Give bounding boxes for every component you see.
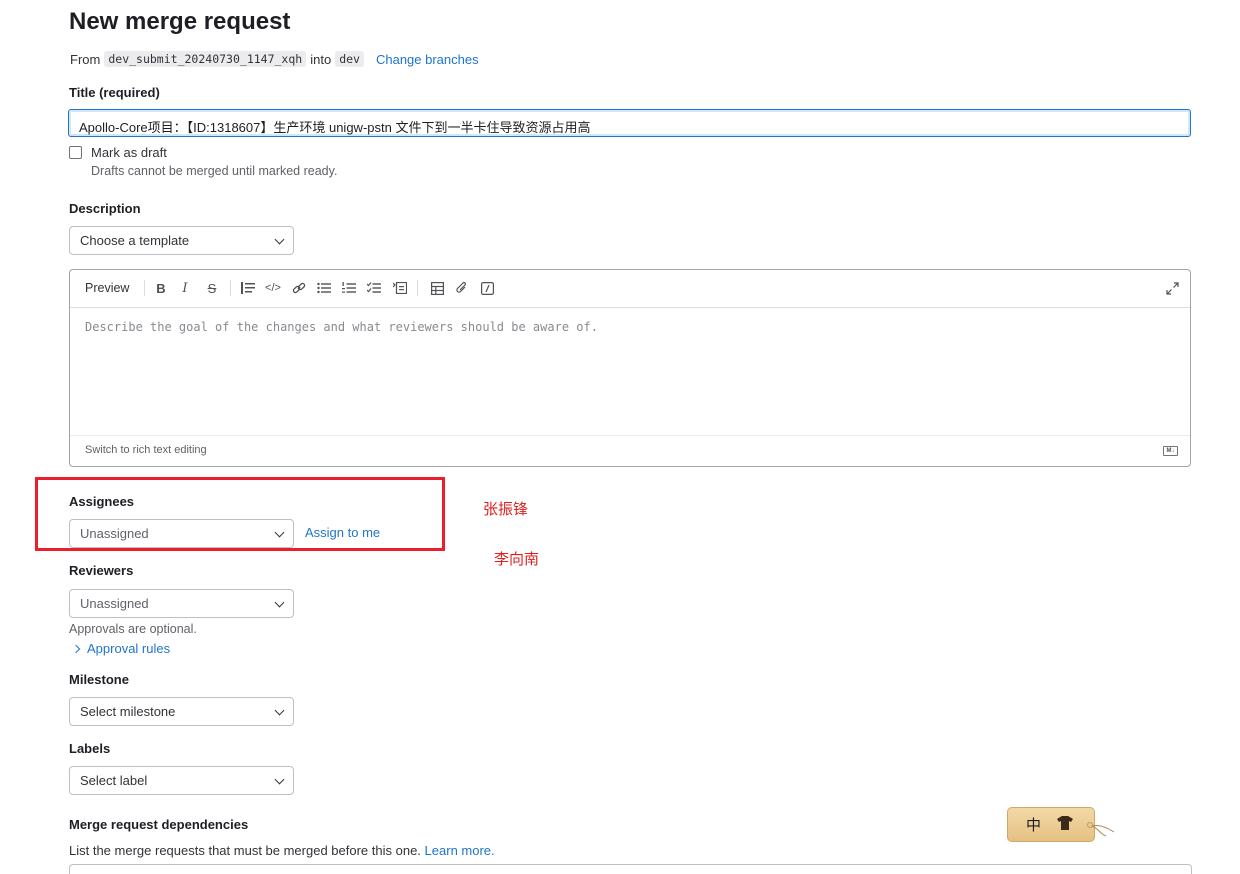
draft-help-text: Drafts cannot be merged until marked rea…: [91, 164, 338, 178]
labels-label: Labels: [69, 741, 111, 756]
tag-string-icon: [1086, 821, 1115, 837]
chevron-down-icon: [274, 527, 285, 538]
quick-actions-icon[interactable]: [479, 280, 495, 296]
toolbar-divider: [144, 280, 145, 296]
preview-tab[interactable]: Preview: [85, 281, 129, 295]
numbered-list-icon[interactable]: [341, 280, 357, 296]
milestone-select-value: Select milestone: [80, 704, 176, 719]
chevron-right-icon: [71, 644, 81, 653]
quote-icon[interactable]: [240, 280, 256, 296]
toolbar-divider: [417, 280, 418, 296]
chevron-down-icon: [274, 705, 285, 716]
dependencies-help: List the merge requests that must be mer…: [69, 843, 495, 858]
approval-rules-label: Approval rules: [87, 641, 171, 656]
target-branch: dev: [335, 51, 364, 67]
change-branches-link[interactable]: Change branches: [376, 52, 479, 67]
title-label: Title (required): [69, 85, 160, 100]
dependencies-input[interactable]: [69, 864, 1192, 874]
task-list-icon[interactable]: [366, 280, 382, 296]
milestone-label: Milestone: [69, 672, 129, 687]
page-title: New merge request: [69, 8, 291, 35]
bold-icon[interactable]: B: [153, 280, 169, 296]
shirt-icon: [1057, 815, 1074, 834]
assignees-label: Assignees: [69, 494, 135, 509]
labels-select[interactable]: Select label: [69, 766, 294, 795]
strikethrough-icon[interactable]: S: [204, 280, 220, 296]
reviewers-select-value: Unassigned: [80, 596, 149, 611]
description-label: Description: [69, 201, 141, 216]
markdown-icon: M↓: [1163, 446, 1178, 456]
chevron-down-icon: [274, 774, 285, 785]
italic-icon[interactable]: I: [177, 280, 193, 296]
into-label: into: [310, 51, 332, 67]
dependencies-help-text: List the merge requests that must be mer…: [69, 843, 421, 858]
chevron-down-icon: [274, 597, 285, 608]
from-label: From: [70, 51, 101, 67]
collapsible-section-icon[interactable]: [392, 280, 408, 296]
table-icon[interactable]: [429, 280, 445, 296]
editor-footer: Switch to rich text editing M↓: [70, 435, 1190, 466]
reviewers-select[interactable]: Unassigned: [69, 589, 294, 618]
assign-to-me-link[interactable]: Assign to me: [305, 525, 380, 540]
assignees-select-value: Unassigned: [80, 526, 149, 541]
title-input[interactable]: Apollo-Core项目：【ID:1318607】生产环境 unigw-pst…: [68, 109, 1191, 137]
chevron-down-icon: [274, 234, 285, 245]
bullet-list-icon[interactable]: [316, 280, 332, 296]
reviewers-label: Reviewers: [69, 563, 134, 578]
ime-status-tag[interactable]: 中: [1007, 807, 1095, 842]
milestone-select[interactable]: Select milestone: [69, 697, 294, 726]
annotation-name-2: 李向南: [494, 551, 540, 568]
annotation-name-1: 张振锋: [483, 501, 529, 518]
toolbar-divider: [230, 280, 231, 296]
editor-toolbar: Preview B I S </>: [70, 270, 1190, 308]
description-textarea[interactable]: Describe the goal of the changes and wha…: [85, 320, 598, 334]
source-branch: dev_submit_20240730_1147_xqh: [104, 51, 307, 67]
draft-label[interactable]: Mark as draft: [91, 145, 167, 160]
template-select-value: Choose a template: [80, 233, 190, 248]
attach-file-icon[interactable]: [454, 280, 470, 296]
learn-more-link[interactable]: Learn more.: [425, 843, 495, 858]
switch-rich-text-button[interactable]: Switch to rich text editing: [85, 444, 207, 456]
approval-rules-toggle[interactable]: Approval rules: [71, 641, 171, 656]
draft-checkbox[interactable]: [69, 146, 82, 159]
branch-info: From dev_submit_20240730_1147_xqh into d…: [70, 51, 479, 67]
description-editor: Preview B I S </> Describe the goal of t…: [69, 269, 1191, 467]
labels-select-value: Select label: [80, 773, 148, 788]
template-select[interactable]: Choose a template: [69, 226, 294, 255]
dependencies-label: Merge request dependencies: [69, 817, 249, 832]
approvals-help-text: Approvals are optional.: [69, 622, 197, 636]
assignees-select[interactable]: Unassigned: [69, 519, 294, 548]
link-icon[interactable]: [291, 280, 307, 296]
ime-language-label: 中: [1026, 817, 1042, 834]
fullscreen-icon[interactable]: [1164, 280, 1180, 296]
code-icon[interactable]: </>: [265, 280, 281, 296]
